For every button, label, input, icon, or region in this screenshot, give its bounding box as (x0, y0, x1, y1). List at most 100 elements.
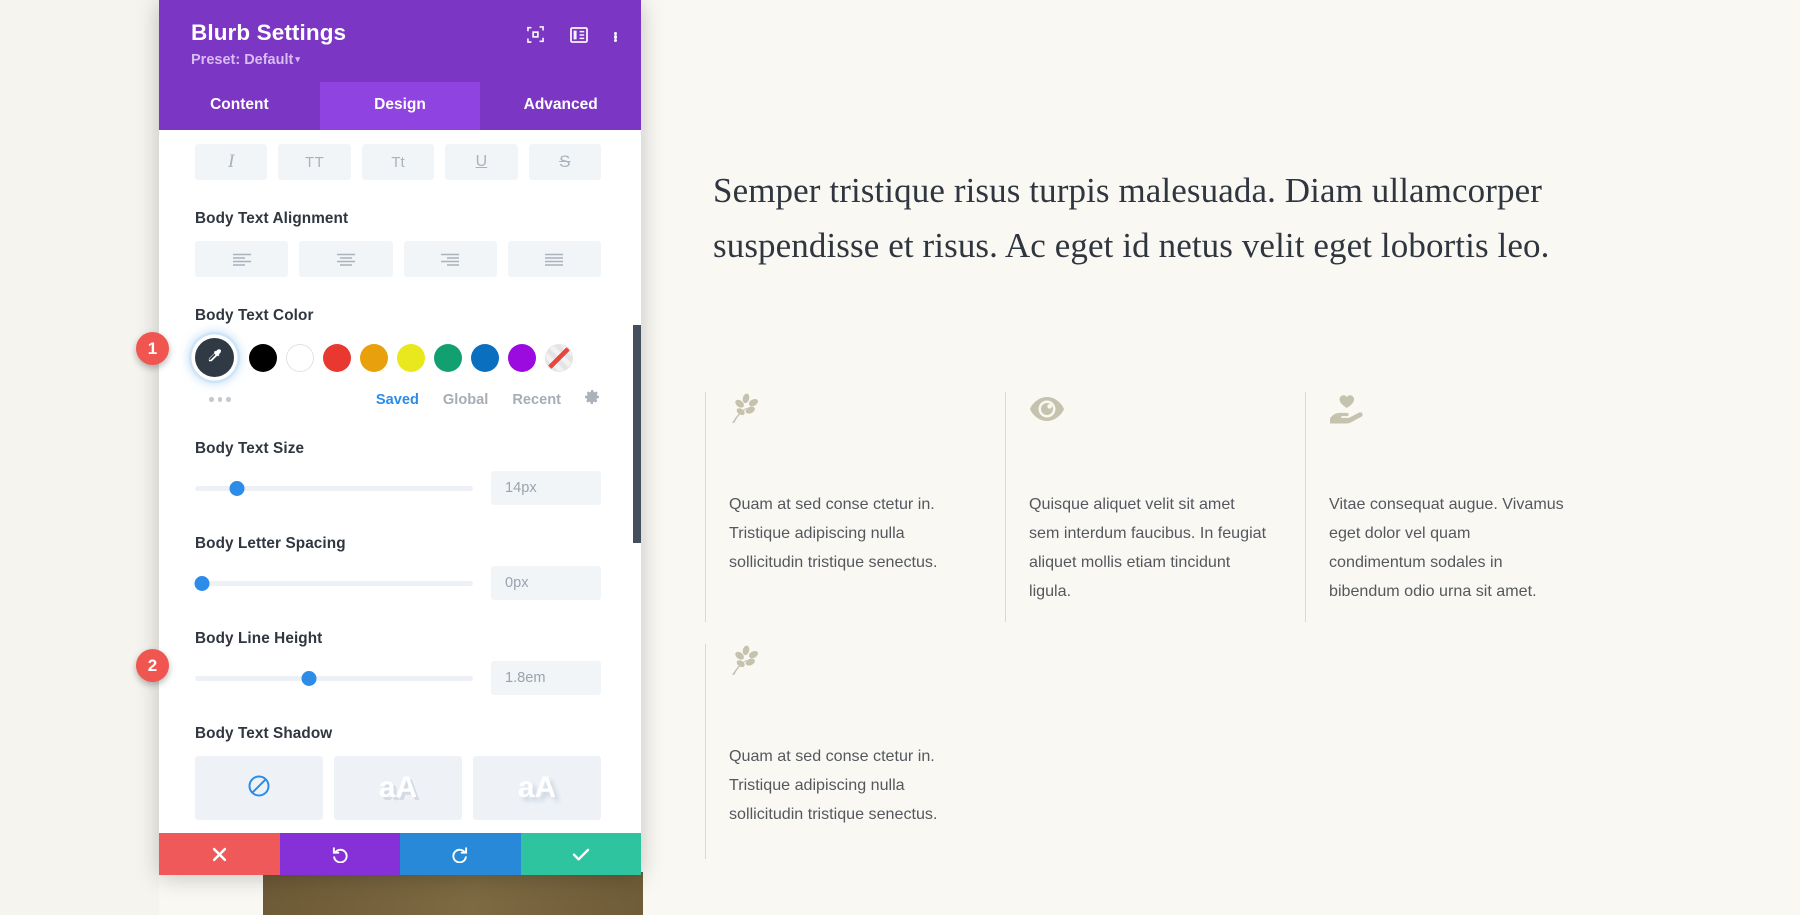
strikethrough-glyph: S (559, 152, 571, 171)
blurb-grid: Quam at sed conse ctetur in. Tristique a… (705, 392, 1705, 859)
undo-button[interactable] (279, 833, 400, 875)
italic-button[interactable]: I (195, 144, 268, 180)
body-text-size-row: 14px (195, 471, 601, 505)
color-source-tabs: Saved Global Recent (376, 389, 601, 410)
modal-footer (159, 833, 641, 875)
body-text-size-slider[interactable] (195, 479, 473, 497)
blurb-row-2: Quam at sed conse ctetur in. Tristique a… (705, 644, 1705, 859)
body-text-color-label: Body Text Color (195, 307, 314, 324)
shadow-none-button[interactable] (195, 756, 323, 820)
leaf-branch-icon (729, 392, 969, 448)
blurb-body-text: Quam at sed conse ctetur in. Tristique a… (729, 747, 938, 823)
align-left-button[interactable] (195, 241, 289, 277)
blurb-body-text: Quisque aliquet velit sit amet sem inter… (1029, 495, 1267, 600)
swatch-green[interactable] (434, 343, 462, 372)
body-line-height-input[interactable]: 1.8em (491, 661, 601, 695)
preset-selector[interactable]: Preset: Default ▾ (191, 52, 617, 68)
heart-in-hand-icon (1329, 392, 1569, 448)
shadow-hard-glyph: aA (378, 771, 418, 804)
slider-track (195, 675, 473, 681)
color-tab-saved[interactable]: Saved (376, 392, 419, 408)
body-text-size-label: Body Text Size (195, 440, 305, 457)
align-right-button[interactable] (403, 241, 497, 277)
color-swatch-row (195, 338, 601, 377)
text-shadow-options: aA aA (195, 756, 601, 820)
swatch-purple[interactable] (508, 343, 536, 372)
preset-label: Preset: Default (191, 52, 294, 68)
settings-scroll-area: I TT Tt U S Body Text Alignment Body Tex… (159, 130, 641, 833)
redo-button[interactable] (400, 833, 521, 875)
modal-body: I TT Tt U S Body Text Alignment Body Tex… (159, 130, 641, 833)
smallcaps-button[interactable]: Tt (361, 144, 435, 180)
page-heading: Semper tristique risus turpis malesuada.… (713, 171, 1550, 266)
step-badge-2: 2 (136, 649, 169, 682)
scrollbar-thumb[interactable] (633, 325, 641, 543)
more-options-icon[interactable] (613, 31, 617, 43)
body-letter-spacing-label: Body Letter Spacing (195, 535, 346, 552)
chevron-down-icon: ▾ (295, 54, 300, 64)
body-line-height-label: Body Line Height (195, 630, 323, 647)
slider-knob[interactable] (194, 575, 210, 591)
swatch-white[interactable] (286, 343, 314, 372)
swatch-none[interactable] (545, 343, 573, 372)
strikethrough-button[interactable]: S (528, 144, 602, 180)
body-text-shadow-label: Body Text Shadow (195, 725, 333, 742)
slider-knob[interactable] (301, 670, 317, 686)
body-letter-spacing-input[interactable]: 0px (491, 566, 601, 600)
eye-icon (1029, 392, 1269, 448)
italic-glyph: I (228, 151, 235, 172)
cancel-button[interactable] (159, 833, 280, 875)
text-format-row: I TT Tt U S (195, 144, 602, 180)
more-colors-icon[interactable] (209, 397, 231, 402)
smallcaps-glyph: Tt (391, 153, 405, 171)
settings-scrollbar[interactable] (632, 130, 641, 833)
blurb-module-3[interactable]: Vitae consequat augue. Vivamus eget dolo… (1305, 392, 1605, 622)
tab-advanced[interactable]: Advanced (480, 82, 641, 130)
uppercase-button[interactable]: TT (278, 144, 351, 180)
alignment-button-group (195, 241, 601, 277)
blurb-body-text: Vitae consequat augue. Vivamus eget dolo… (1329, 495, 1564, 600)
body-text-size-input[interactable]: 14px (491, 471, 601, 505)
color-tab-recent[interactable]: Recent (512, 392, 561, 408)
gear-icon[interactable] (585, 389, 601, 410)
body-letter-spacing-slider[interactable] (194, 574, 473, 592)
blurb-module-1[interactable]: Quam at sed conse ctetur in. Tristique a… (705, 392, 1005, 622)
blurb-row-1: Quam at sed conse ctetur in. Tristique a… (705, 392, 1705, 622)
tab-content[interactable]: Content (159, 82, 320, 130)
leaf-branch-icon (729, 644, 969, 700)
color-picker-eyedropper[interactable] (195, 338, 234, 377)
save-button[interactable] (520, 833, 641, 875)
body-line-height-slider[interactable] (195, 669, 473, 687)
swatch-blue[interactable] (471, 343, 499, 372)
page-left-margin (0, 0, 159, 915)
align-justify-button[interactable] (507, 241, 601, 277)
slider-knob[interactable] (229, 480, 245, 496)
blurb-module-4[interactable]: Quam at sed conse ctetur in. Tristique a… (705, 644, 1005, 859)
step-badge-1: 1 (136, 332, 169, 365)
uppercase-glyph: TT (304, 153, 325, 171)
swatch-black[interactable] (249, 343, 277, 372)
page-image-strip (263, 872, 643, 915)
focus-icon[interactable] (526, 26, 544, 48)
color-source-row: Saved Global Recent (195, 389, 601, 410)
color-tab-global[interactable]: Global (443, 392, 488, 408)
body-text-alignment-label: Body Text Alignment (195, 210, 349, 227)
align-center-button[interactable] (299, 241, 393, 277)
modal-tabs: Content Design Advanced (159, 82, 641, 130)
underline-glyph: U (475, 153, 488, 170)
modal-header-actions (526, 26, 617, 48)
no-symbol-icon (247, 774, 271, 803)
underline-button[interactable]: U (445, 144, 518, 180)
blurb-module-2[interactable]: Quisque aliquet velit sit amet sem inter… (1005, 392, 1305, 622)
layout-toggle-icon[interactable] (569, 26, 588, 48)
swatch-yellow[interactable] (397, 343, 425, 372)
swatch-red[interactable] (323, 343, 351, 372)
blurb-body-text: Quam at sed conse ctetur in. Tristique a… (729, 495, 938, 571)
swatch-orange[interactable] (360, 343, 388, 372)
shadow-soft-button[interactable]: aA (473, 756, 601, 820)
tab-design[interactable]: Design (319, 82, 481, 130)
shadow-hard-button[interactable]: aA (334, 756, 462, 820)
body-line-height-row: 1.8em (195, 661, 601, 695)
modal-header: Blurb Settings Preset: Default ▾ (159, 0, 641, 82)
blurb-settings-modal: Blurb Settings Preset: Default ▾ Content… (159, 0, 641, 875)
